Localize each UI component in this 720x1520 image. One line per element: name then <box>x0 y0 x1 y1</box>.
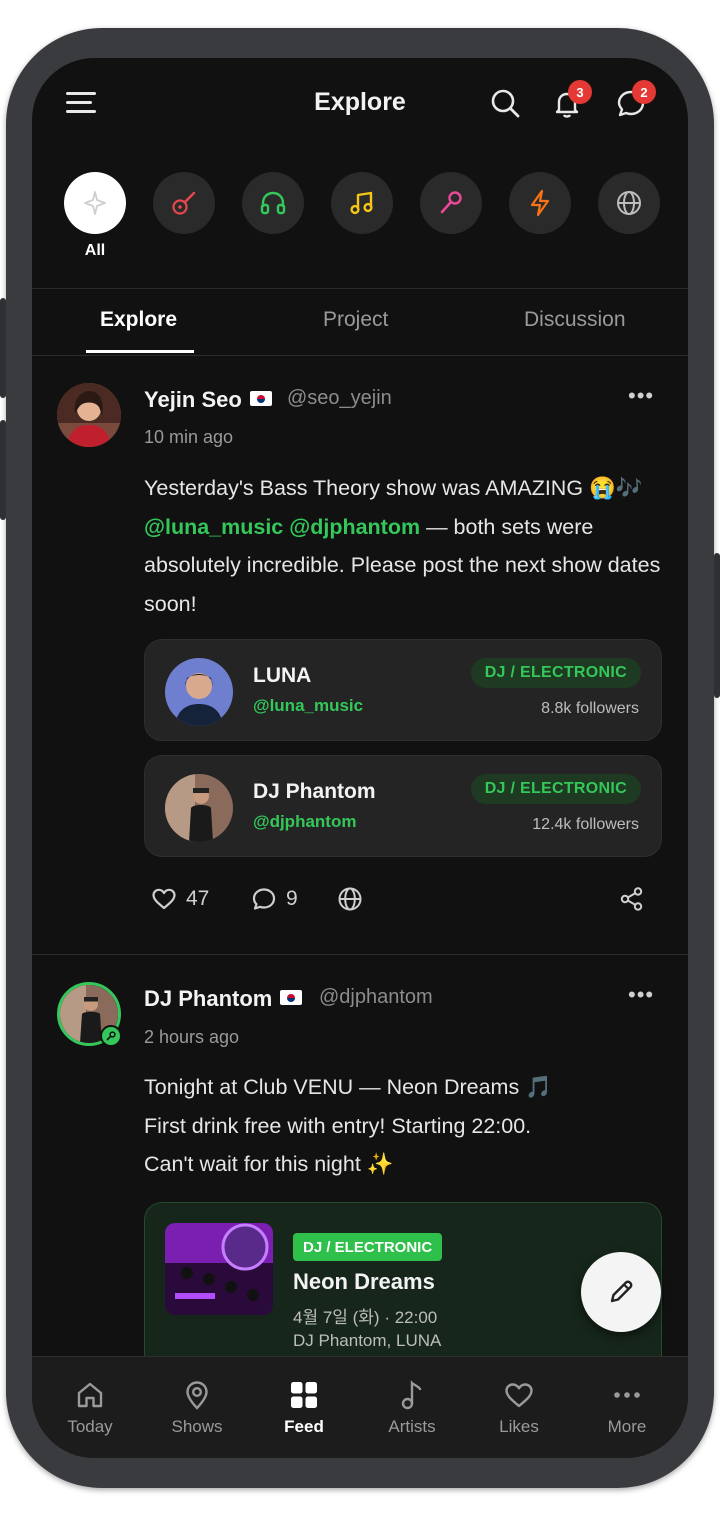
nav-artists[interactable]: Artists <box>362 1379 462 1437</box>
avatar[interactable] <box>57 383 121 447</box>
app-screen: Explore 3 2 All Explore Project Discussi… <box>32 58 688 1458</box>
event-image <box>165 1223 273 1315</box>
nav-more[interactable]: More <box>577 1379 677 1437</box>
notification-badge: 3 <box>568 80 592 104</box>
side-button <box>0 298 6 398</box>
tab-discussion[interactable]: Discussion <box>524 308 626 332</box>
artist-handle: @djphantom <box>253 812 357 831</box>
avatar <box>165 658 233 726</box>
event-date: 4월 7일 (화) · 22:00 <box>293 1308 438 1327</box>
post-handle[interactable]: @seo_yejin <box>287 387 392 410</box>
search-button[interactable] <box>488 86 522 120</box>
globe-icon <box>338 887 362 911</box>
follower-count: 12.4k followers <box>532 816 639 833</box>
category-music[interactable] <box>331 172 393 234</box>
event-artists: DJ Phantom, LUNA <box>293 1331 442 1350</box>
visibility-button[interactable] <box>336 885 364 913</box>
post-handle[interactable]: @djphantom <box>319 986 433 1009</box>
artist-card[interactable]: DJ Phantom @djphantom DJ / ELECTRONIC 12… <box>144 755 662 857</box>
guitar-icon <box>172 191 196 215</box>
more-dots-icon <box>614 1392 640 1398</box>
more-options-icon[interactable]: ••• <box>628 982 654 1008</box>
like-count: 47 <box>186 887 210 910</box>
like-button[interactable]: 47 <box>150 885 209 913</box>
active-tab-indicator <box>86 350 194 353</box>
category-all[interactable] <box>64 172 126 234</box>
feed-post: Yejin Seo @seo_yejin 10 min ago ••• Yest… <box>32 355 688 955</box>
category-energy[interactable] <box>509 172 571 234</box>
post-author[interactable]: Yejin Seo <box>144 387 272 413</box>
comment-count: 9 <box>286 887 298 910</box>
sparkle-icon <box>84 191 106 215</box>
heart-icon <box>505 1383 533 1408</box>
side-button <box>0 420 6 520</box>
headphones-icon <box>260 191 286 215</box>
bottom-navigation: Today Shows Feed Artists Likes More <box>32 1356 688 1458</box>
korea-flag-icon <box>280 990 303 1005</box>
search-icon <box>491 89 520 118</box>
lightning-icon <box>530 189 550 217</box>
mention-link[interactable]: @djphantom <box>289 515 420 539</box>
post-actions: 47 9 <box>150 885 670 917</box>
message-badge: 2 <box>632 80 656 104</box>
category-vocal[interactable] <box>420 172 482 234</box>
comment-icon <box>252 888 276 910</box>
nav-feed[interactable]: Feed <box>254 1379 354 1437</box>
artist-handle: @luna_music <box>253 696 364 715</box>
home-icon <box>77 1382 103 1408</box>
post-time: 2 hours ago <box>144 1027 240 1047</box>
power-button <box>714 553 720 698</box>
comment-button[interactable]: 9 <box>250 885 298 913</box>
genre-badge: DJ / ELECTRONIC <box>293 1233 443 1261</box>
grid-icon <box>291 1382 317 1408</box>
artist-name: DJ Phantom <box>253 780 376 803</box>
share-button[interactable] <box>618 885 646 913</box>
music-note-icon <box>350 191 373 215</box>
nav-shows[interactable]: Shows <box>147 1379 247 1437</box>
post-time: 10 min ago <box>144 427 234 447</box>
globe-icon <box>617 191 641 215</box>
top-app-bar: Explore 3 2 <box>32 58 688 153</box>
music-note-icon <box>401 1380 422 1410</box>
microphone-icon <box>440 191 462 214</box>
more-options-icon[interactable]: ••• <box>628 383 654 409</box>
mention-link[interactable]: @luna_music <box>144 515 283 539</box>
korea-flag-icon <box>249 391 272 406</box>
location-pin-icon <box>186 1381 208 1410</box>
artist-name: LUNA <box>253 664 312 687</box>
category-guitar[interactable] <box>153 172 215 234</box>
notifications-button[interactable]: 3 <box>550 80 592 120</box>
share-icon <box>620 887 643 911</box>
category-filter-row: All <box>64 172 664 272</box>
compose-post-button[interactable] <box>581 1252 661 1332</box>
nav-today[interactable]: Today <box>40 1379 140 1437</box>
category-all-label: All <box>84 242 106 259</box>
genre-badge: DJ / ELECTRONIC <box>470 774 641 804</box>
artist-card[interactable]: LUNA @luna_music DJ / ELECTRONIC 8.8k fo… <box>144 639 662 741</box>
tab-project[interactable]: Project <box>323 308 388 332</box>
feed-tabs: Explore Project Discussion <box>32 288 688 354</box>
genre-badge: DJ / ELECTRONIC <box>470 658 641 688</box>
heart-icon <box>152 888 176 910</box>
post-author[interactable]: DJ Phantom <box>144 986 303 1012</box>
post-text: Tonight at Club VENU — Neon Dreams 🎵 Fir… <box>144 1075 552 1176</box>
tab-explore[interactable]: Explore <box>100 308 177 332</box>
category-headphones[interactable] <box>242 172 304 234</box>
event-title: Neon Dreams <box>293 1269 435 1294</box>
messages-button[interactable]: 2 <box>614 80 656 120</box>
pencil-icon <box>610 1280 633 1303</box>
post-text: Yesterday's Bass Theory show was AMAZING… <box>144 476 661 616</box>
verified-artist-icon <box>100 1025 122 1047</box>
avatar[interactable] <box>57 982 122 1047</box>
avatar <box>165 774 233 842</box>
nav-likes[interactable]: Likes <box>469 1379 569 1437</box>
category-world[interactable] <box>598 172 660 234</box>
follower-count: 8.8k followers <box>541 700 639 717</box>
